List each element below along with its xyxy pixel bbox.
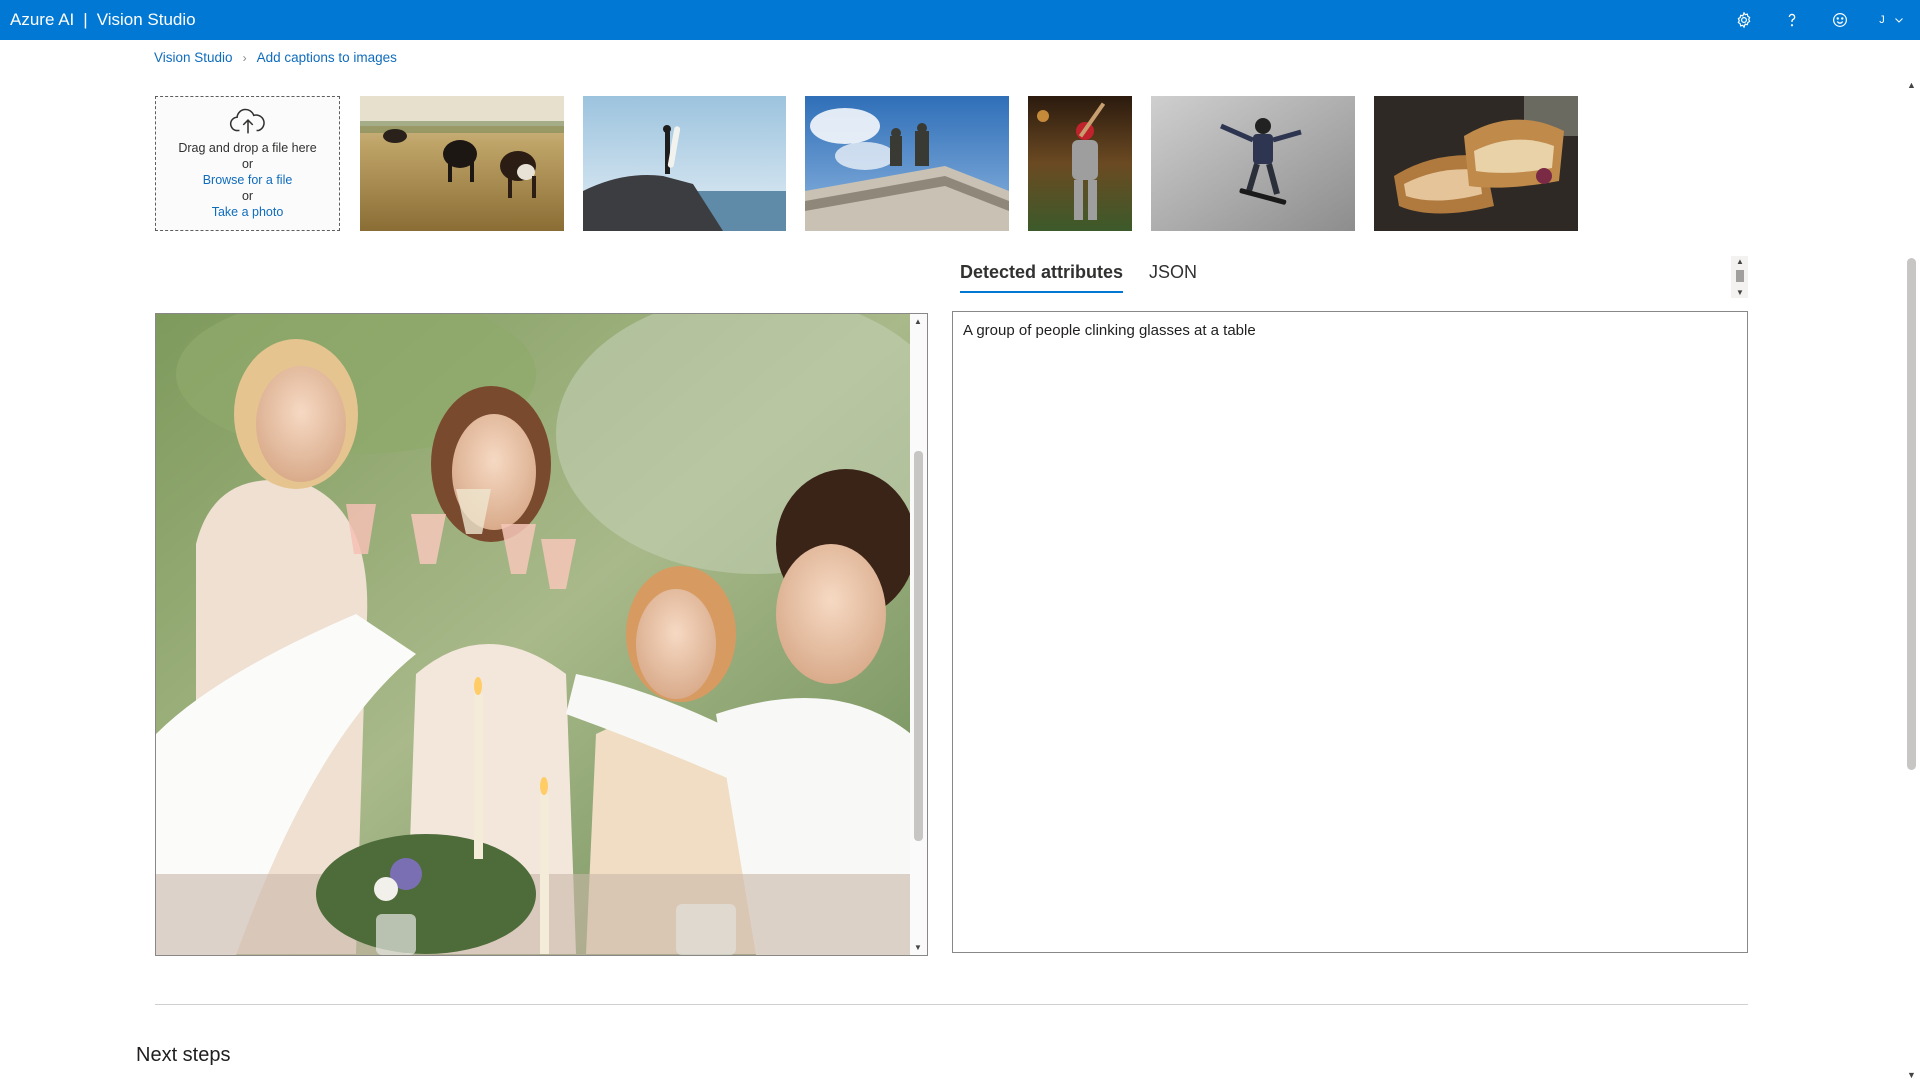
top-bar: Azure AI | Vision Studio J (0, 0, 1920, 40)
settings-button[interactable] (1720, 0, 1768, 40)
top-actions: J (1720, 0, 1920, 40)
browse-file-link[interactable]: Browse for a file (203, 172, 293, 188)
cows-image (360, 96, 564, 231)
image-viewer[interactable]: ▲ ▼ (155, 313, 928, 956)
caption-result: A group of people clinking glasses at a … (963, 322, 1256, 339)
chevron-down-icon (1894, 18, 1903, 23)
app-brand[interactable]: Azure AI | Vision Studio (0, 10, 196, 30)
or-text-2: or (241, 189, 254, 203)
next-steps-heading: Next steps (136, 1044, 231, 1066)
results-tabs: Detected attributes JSON (960, 262, 1197, 293)
viewer-scrollbar[interactable]: ▲ ▼ (910, 314, 927, 955)
account-menu-button[interactable]: J (1864, 0, 1920, 40)
viewer-scroll-up-icon[interactable]: ▲ (914, 317, 922, 326)
sample-image-skateboard[interactable] (1151, 96, 1355, 231)
tabs-scroll-thumb[interactable] (1736, 270, 1744, 282)
tabs-scroll-up-icon[interactable]: ▲ (1736, 257, 1744, 266)
page-scroll-thumb[interactable] (1907, 258, 1916, 770)
surfer-image (583, 96, 786, 231)
product-name: Vision Studio (96, 10, 196, 29)
brand-name: Azure AI (10, 10, 75, 29)
page-scrollbar[interactable]: ▲ ▼ (1902, 80, 1920, 1080)
brand-separator: | (83, 10, 88, 29)
feedback-smiley-icon (1833, 13, 1847, 27)
selected-image-toast-party (156, 314, 911, 955)
help-icon (1788, 13, 1796, 27)
scroll-down-arrow-icon[interactable]: ▼ (1907, 1070, 1916, 1080)
sample-image-surfer[interactable] (583, 96, 786, 231)
sample-image-baseball[interactable] (1028, 96, 1132, 231)
sample-image-sandwich[interactable] (1374, 96, 1578, 231)
help-button[interactable] (1768, 0, 1816, 40)
baseball-batter-image (1028, 96, 1132, 231)
tabs-scroll-down-icon[interactable]: ▼ (1736, 288, 1744, 297)
breadcrumb: Vision Studio › Add captions to images (154, 50, 397, 65)
viewer-scroll-thumb[interactable] (914, 451, 923, 841)
tab-detected-attributes[interactable]: Detected attributes (960, 262, 1124, 293)
viewer-scroll-down-icon[interactable]: ▼ (914, 943, 922, 952)
section-divider (155, 1004, 1748, 1005)
breadcrumb-current[interactable]: Add captions to images (257, 50, 397, 65)
sandwich-image (1374, 96, 1578, 231)
take-photo-link[interactable]: Take a photo (212, 204, 284, 220)
breadcrumb-vision-studio[interactable]: Vision Studio (154, 50, 233, 65)
tabs-scrollbar[interactable]: ▲ ▼ (1731, 256, 1748, 298)
or-text-1: or (241, 157, 254, 171)
cloud-upload-icon (229, 108, 265, 134)
gear-icon (1737, 11, 1751, 29)
tab-json[interactable]: JSON (1149, 262, 1197, 293)
account-initial: J (1879, 14, 1885, 26)
scroll-up-arrow-icon[interactable]: ▲ (1907, 80, 1916, 90)
building-statue-image (805, 96, 1009, 231)
upload-dropzone[interactable]: Drag and drop a file here or Browse for … (155, 96, 340, 231)
detected-attributes-panel: A group of people clinking glasses at a … (952, 311, 1748, 953)
sample-image-cows[interactable] (360, 96, 564, 231)
breadcrumb-chevron-icon: › (242, 50, 247, 65)
feedback-button[interactable] (1816, 0, 1864, 40)
sample-image-building[interactable] (805, 96, 1009, 231)
drag-drop-text: Drag and drop a file here (178, 141, 317, 155)
skateboarder-image (1151, 96, 1355, 231)
